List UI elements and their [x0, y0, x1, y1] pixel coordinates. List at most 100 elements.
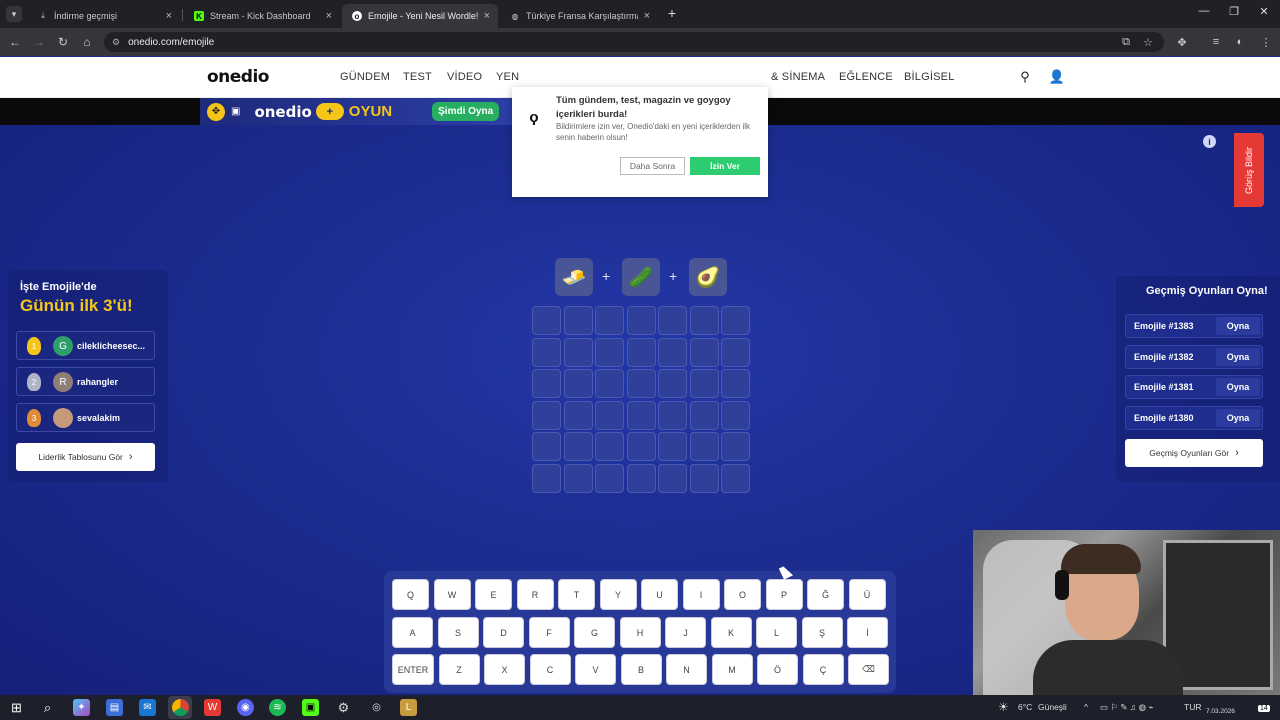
- key-e[interactable]: E: [475, 579, 512, 610]
- nav-eglence[interactable]: EĞLENCE: [839, 71, 893, 83]
- key-a[interactable]: A: [392, 617, 433, 648]
- key-s[interactable]: S: [437, 617, 479, 648]
- key-v[interactable]: V: [575, 654, 616, 685]
- reading-list-icon[interactable]: ≡: [1208, 34, 1224, 50]
- play-past-game-button[interactable]: Oyna: [1216, 409, 1260, 427]
- start-icon[interactable]: ⊞: [8, 699, 25, 716]
- past-games-button[interactable]: Geçmiş Oyunları Gör ›: [1125, 439, 1263, 467]
- reload-icon[interactable]: ↻: [54, 33, 72, 51]
- close-tab-icon[interactable]: ×: [166, 10, 172, 22]
- bookmark-star-icon[interactable]: ☆: [1140, 34, 1156, 50]
- league-icon[interactable]: L: [400, 699, 417, 716]
- key-u[interactable]: U: [641, 579, 678, 610]
- nav-gundem[interactable]: GÜNDEM: [340, 71, 390, 83]
- enter-key[interactable]: ENTER: [392, 654, 434, 685]
- key-ü[interactable]: Ü: [848, 579, 886, 610]
- tab-download-history[interactable]: ⤓ İndirme geçmişi ×: [28, 4, 180, 28]
- allow-button[interactable]: İzin Ver: [690, 157, 760, 175]
- discord-icon[interactable]: ◉: [237, 699, 254, 716]
- close-tab-icon[interactable]: ×: [644, 10, 650, 22]
- play-past-game-button[interactable]: Oyna: [1216, 317, 1260, 335]
- key-n[interactable]: N: [666, 654, 707, 685]
- key-o[interactable]: O: [724, 579, 761, 610]
- new-tab-icon[interactable]: +: [662, 5, 682, 21]
- key-ö[interactable]: Ö: [757, 654, 798, 685]
- webcam-person-body: [1033, 640, 1183, 702]
- tab-turkiye-fransa[interactable]: ◍ Türkiye Fransa Karşılaştırması ×: [500, 4, 658, 28]
- close-tab-icon[interactable]: ×: [326, 10, 332, 22]
- store-icon[interactable]: ▤: [106, 699, 123, 716]
- key-ş[interactable]: Ş: [801, 617, 843, 648]
- profile-icon[interactable]: ◐: [1232, 34, 1248, 50]
- settings-icon[interactable]: ⚙: [335, 699, 352, 716]
- key-i̇[interactable]: İ: [847, 617, 888, 648]
- forward-icon[interactable]: →: [30, 33, 48, 51]
- key-y[interactable]: Y: [599, 579, 637, 610]
- key-ğ[interactable]: Ğ: [807, 579, 844, 610]
- nav-test[interactable]: TEST: [403, 71, 432, 83]
- copilot-icon[interactable]: ✦: [73, 699, 90, 716]
- tab-search-icon[interactable]: ▾: [6, 6, 22, 22]
- user-icon[interactable]: 👤: [1049, 69, 1065, 85]
- key-f[interactable]: F: [528, 617, 570, 648]
- close-window-icon[interactable]: ✕: [1254, 5, 1274, 18]
- search-icon[interactable]: ⚲: [1017, 69, 1033, 85]
- key-j[interactable]: J: [665, 617, 706, 648]
- restore-icon[interactable]: ❐: [1224, 5, 1244, 18]
- tray-icons[interactable]: ▭ ⚐ ✎ ♫ ◍ ⌁: [1100, 702, 1154, 713]
- extensions-icon[interactable]: ✥: [1174, 34, 1190, 50]
- language-indicator[interactable]: TUR: [1184, 702, 1201, 712]
- spotify-icon[interactable]: ≋: [269, 699, 286, 716]
- key-w[interactable]: W: [433, 579, 471, 610]
- menu-icon[interactable]: ⋮: [1258, 34, 1274, 50]
- obs-icon[interactable]: ◎: [368, 699, 385, 716]
- info-icon[interactable]: i: [1203, 135, 1216, 148]
- onedio-logo[interactable]: onedio: [207, 67, 270, 87]
- key-t[interactable]: T: [558, 579, 595, 610]
- key-l[interactable]: L: [756, 617, 797, 648]
- key-z[interactable]: Z: [438, 654, 480, 685]
- site-info-icon[interactable]: ⚙: [112, 37, 120, 48]
- key-q[interactable]: Q: [392, 579, 429, 610]
- nav-bilgisel[interactable]: BİLGİSEL: [904, 71, 955, 83]
- key-x[interactable]: X: [484, 654, 525, 685]
- later-button[interactable]: Daha Sonra: [620, 157, 685, 175]
- kick-app-icon[interactable]: ▣: [302, 699, 319, 716]
- key-h[interactable]: H: [619, 617, 661, 648]
- search-taskbar-icon[interactable]: ⌕: [39, 699, 56, 716]
- nav-video[interactable]: VİDEO: [447, 71, 482, 83]
- nav-sinema[interactable]: & SİNEMA: [771, 71, 825, 83]
- key-ç[interactable]: Ç: [802, 654, 844, 685]
- tray-chevron-icon[interactable]: ^: [1084, 702, 1088, 712]
- close-tab-icon[interactable]: ×: [484, 10, 490, 22]
- key-c[interactable]: C: [529, 654, 571, 685]
- play-now-button[interactable]: Şimdi Oyna: [432, 102, 500, 121]
- play-past-game-button[interactable]: Oyna: [1216, 378, 1260, 396]
- backspace-icon[interactable]: ⌫: [848, 654, 889, 685]
- key-r[interactable]: R: [516, 579, 554, 610]
- tab-emojile[interactable]: o Emojile - Yeni Nesil Wordle! ×: [342, 4, 498, 28]
- play-past-game-button[interactable]: Oyna: [1216, 348, 1260, 366]
- nav-yeni[interactable]: YEN: [496, 71, 519, 83]
- feedback-button[interactable]: Görüş Bildir: [1234, 133, 1264, 207]
- key-b[interactable]: B: [620, 654, 662, 685]
- install-app-icon[interactable]: ⧉: [1118, 34, 1134, 50]
- notification-badge[interactable]: 14: [1258, 705, 1270, 712]
- key-k[interactable]: K: [710, 617, 752, 648]
- key-g[interactable]: G: [574, 617, 615, 648]
- minimize-icon[interactable]: —: [1194, 5, 1214, 17]
- address-bar[interactable]: ⚙ onedio.com/emojile: [104, 32, 1164, 52]
- leaderboard-button[interactable]: Liderlik Tablosunu Gör ›: [16, 443, 155, 471]
- clock-date[interactable]: 7.03.2026: [1206, 708, 1235, 715]
- key-i[interactable]: I: [682, 579, 720, 610]
- outlook-icon[interactable]: ✉: [139, 699, 156, 716]
- tab-kick-dashboard[interactable]: K Stream - Kick Dashboard ×: [184, 4, 340, 28]
- home-icon[interactable]: ⌂: [78, 33, 96, 51]
- key-d[interactable]: D: [483, 617, 524, 648]
- wps-icon[interactable]: W: [204, 699, 221, 716]
- key-m[interactable]: M: [711, 654, 753, 685]
- key-p[interactable]: P: [765, 579, 803, 610]
- oyun-banner[interactable]: ✥ ▣ onedio + OYUN Şimdi Oyna: [200, 98, 530, 125]
- chrome-icon[interactable]: [172, 699, 189, 716]
- back-icon[interactable]: ←: [6, 33, 24, 51]
